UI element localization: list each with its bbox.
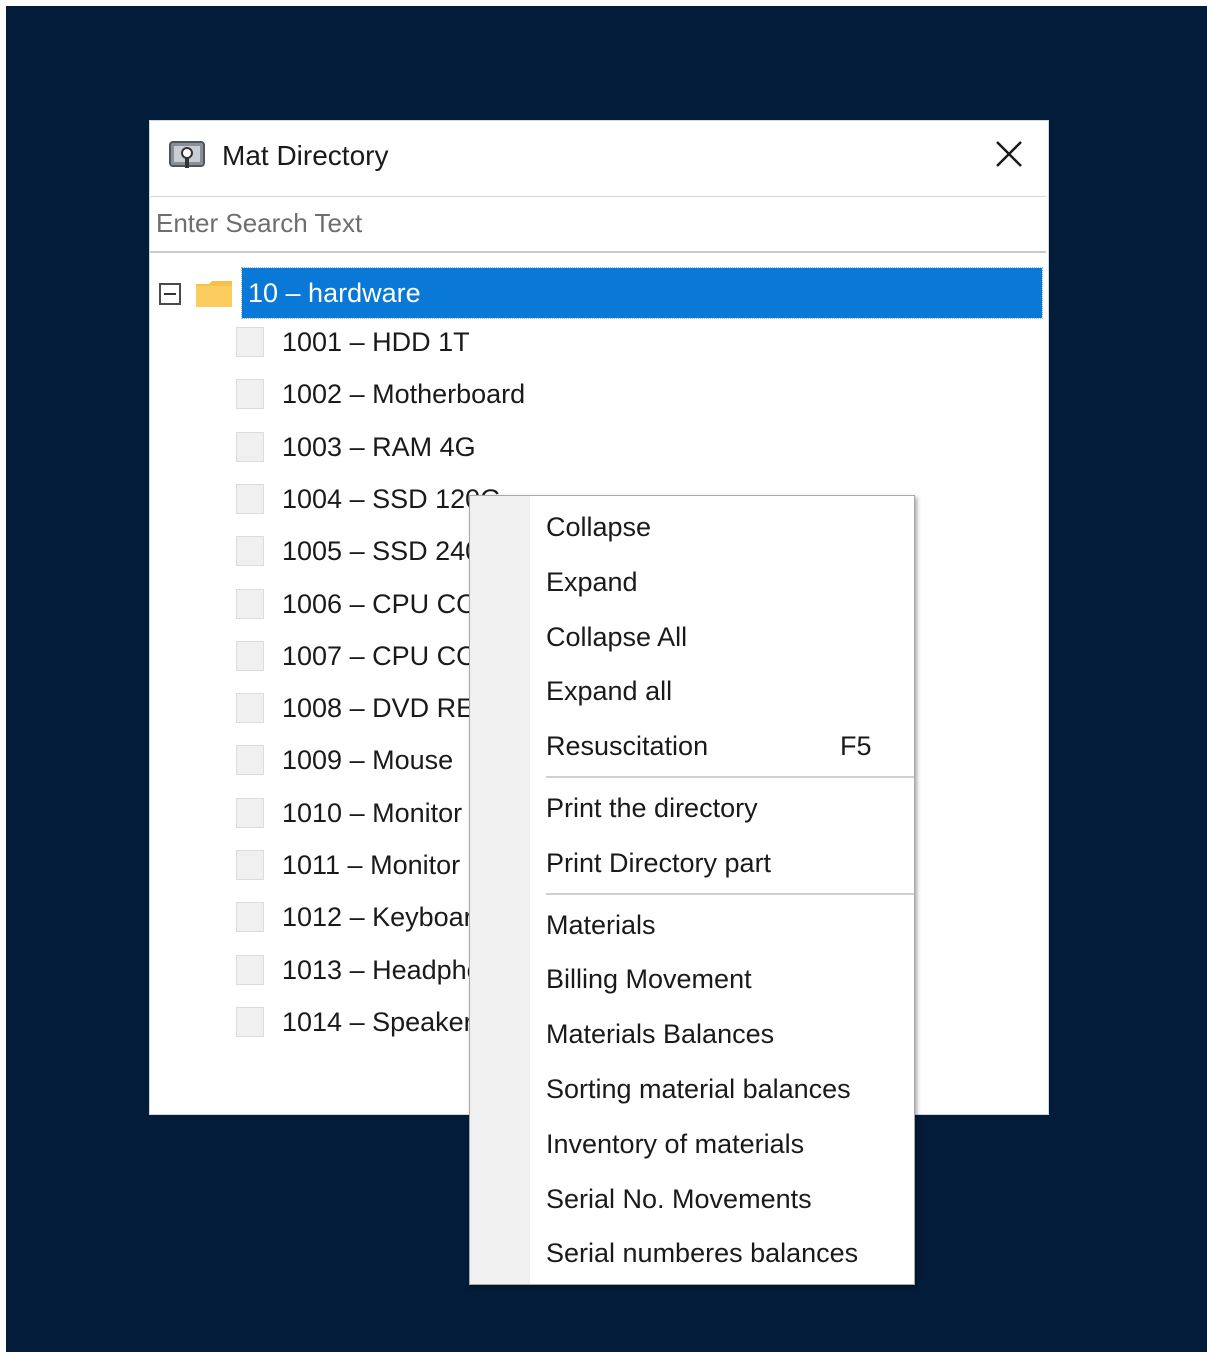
tree-item-label: 1002 – Motherboard	[282, 379, 526, 410]
folder-icon	[195, 280, 233, 308]
search-input[interactable]	[156, 203, 1036, 243]
item-checkbox[interactable]	[236, 850, 264, 880]
item-checkbox[interactable]	[236, 640, 264, 671]
menu-item-label: Billing Movement	[546, 964, 752, 995]
tree-item-label: 1009 – Mouse	[282, 745, 454, 776]
menu-item-serial-numberes-balances[interactable]: Serial numberes balances	[530, 1226, 914, 1280]
item-checkbox[interactable]	[236, 1006, 264, 1037]
directory-app-icon	[168, 138, 208, 172]
menu-item-sorting-material-balances[interactable]: Sorting material balances	[530, 1062, 914, 1116]
menu-item-label: Expand	[546, 566, 638, 597]
menu-item-label: Collapse	[546, 512, 652, 542]
tree-item[interactable]: 1002 – Motherboard	[150, 367, 1048, 419]
menu-item-resuscitation[interactable]: Resuscitation F5	[530, 719, 914, 773]
tree-root-label[interactable]: 10 – hardware	[241, 267, 1043, 319]
menu-separator	[546, 892, 914, 895]
item-checkbox[interactable]	[236, 693, 264, 724]
menu-item-label: Serial No. Movements	[546, 1183, 812, 1214]
close-icon	[995, 140, 1023, 173]
item-checkbox[interactable]	[236, 902, 264, 933]
tree-item-label: 1012 – Keyboar	[282, 902, 473, 933]
menu-item-expand-all[interactable]: Expand all	[530, 664, 914, 718]
search-box	[150, 196, 1046, 253]
tree-item[interactable]: 1001 – HDD 1T	[150, 315, 1048, 367]
item-checkbox[interactable]	[236, 588, 264, 619]
tree-item-label: 1006 – CPU COI	[282, 588, 485, 619]
close-button[interactable]	[986, 133, 1032, 179]
menu-item-collapse[interactable]: Collapse	[530, 500, 914, 554]
menu-separator	[546, 776, 914, 778]
tree-item-label: 1003 – RAM 4G	[282, 431, 476, 462]
menu-item-label: Print the directory	[546, 793, 758, 823]
menu-item-label: Materials	[546, 909, 656, 940]
menu-item-label: Resuscitation	[546, 731, 709, 762]
item-checkbox[interactable]	[236, 536, 264, 567]
item-checkbox[interactable]	[236, 797, 264, 828]
menu-item-label: Serial numberes balances	[546, 1238, 859, 1269]
window-title: Mat Directory	[222, 140, 389, 171]
tree-root-node[interactable]: 10 – hardware	[150, 262, 1048, 319]
item-checkbox[interactable]	[236, 954, 264, 985]
tree-item-label: 1013 – Headpho	[282, 954, 482, 985]
tree-item-label: 1005 – SSD 240	[282, 536, 481, 567]
menu-item-collapse-all[interactable]: Collapse All	[530, 610, 914, 664]
context-menu: Collapse Expand Collapse All Expand all Resu…	[469, 495, 915, 1285]
menu-item-expand[interactable]: Expand	[530, 555, 914, 609]
menu-item-label: Print Directory part	[546, 847, 772, 878]
item-checkbox[interactable]	[236, 745, 264, 776]
tree-item-label: 1008 – DVD REA	[282, 693, 493, 724]
menu-item-print-the-directory[interactable]: Print the directory	[530, 781, 914, 835]
tree-item-label: 1007 – CPU COI	[282, 640, 485, 671]
item-checkbox[interactable]	[236, 379, 264, 410]
item-checkbox[interactable]	[236, 327, 264, 357]
tree-item-label: 1010 – Monitor	[282, 797, 463, 828]
menu-item-label: Materials Balances	[546, 1019, 775, 1050]
tree-item-label: 1014 – Speaker	[282, 1006, 473, 1037]
menu-item-materials-balances[interactable]: Materials Balances	[530, 1007, 914, 1061]
menu-item-label: Collapse All	[546, 621, 688, 652]
menu-item-shortcut: F5	[840, 731, 872, 762]
menu-item-materials[interactable]: Materials	[530, 898, 914, 952]
item-checkbox[interactable]	[236, 483, 264, 514]
menu-item-label: Sorting material balances	[546, 1074, 851, 1104]
collapse-toggle-icon[interactable]	[159, 283, 181, 305]
menu-item-print-directory-part[interactable]: Print Directory part	[530, 836, 914, 890]
menu-item-billing-movement[interactable]: Billing Movement	[530, 952, 914, 1006]
menu-item-serial-no-movements[interactable]: Serial No. Movements	[530, 1172, 914, 1226]
tree-item[interactable]: 1003 – RAM 4G	[150, 420, 1048, 472]
menu-item-label: Inventory of materials	[546, 1128, 805, 1159]
tree-item-label: 1001 – HDD 1T	[282, 327, 470, 357]
title-bar[interactable]: Mat Directory	[150, 121, 1048, 193]
menu-item-inventory-of-materials[interactable]: Inventory of materials	[530, 1117, 914, 1171]
menu-item-label: Expand all	[546, 676, 673, 707]
menu-icon-gutter	[470, 496, 530, 1284]
tree-item-label: 1011 – Monitor	[282, 850, 461, 880]
item-checkbox[interactable]	[236, 431, 264, 462]
